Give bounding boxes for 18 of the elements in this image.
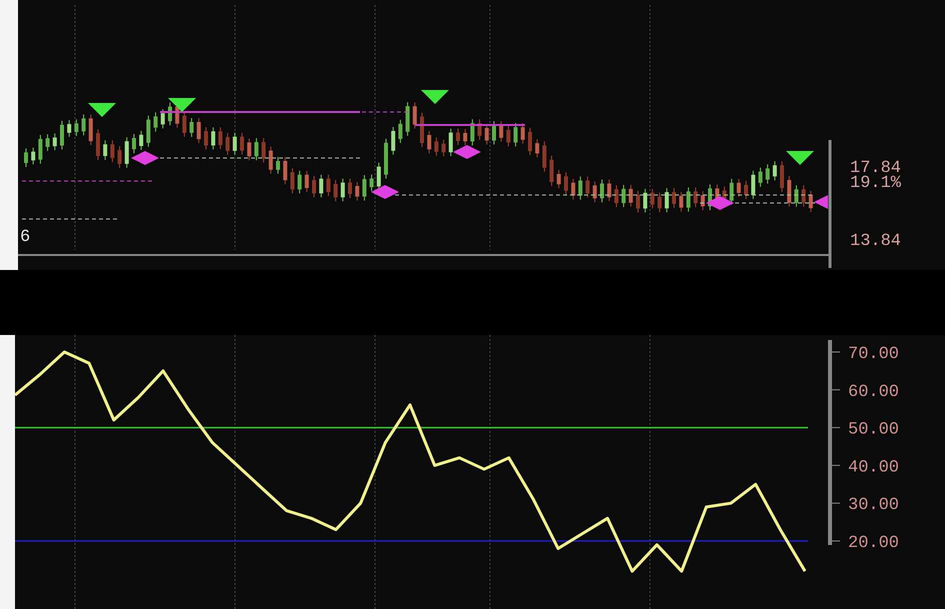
triangle-marker [786, 151, 814, 165]
axis-label: 30.00 [848, 496, 900, 516]
triangle-marker [168, 98, 196, 112]
pointer-marker [814, 195, 828, 209]
diamond-marker [453, 145, 481, 159]
triangle-marker [421, 90, 449, 104]
axis-label: 6 [20, 228, 30, 247]
diamond-marker [371, 185, 399, 199]
diamond-marker [131, 151, 159, 165]
triangle-marker [88, 103, 116, 117]
axis-label: 40.00 [848, 458, 900, 478]
price-label: 19.1% [850, 174, 902, 193]
diamond-marker [706, 196, 734, 210]
axis-label: 70.00 [848, 345, 900, 364]
price-label: 13.84 [850, 232, 902, 251]
axis-label: 50.00 [848, 420, 900, 440]
axis-label: 60.00 [848, 382, 900, 402]
axis-label: 20.00 [848, 534, 900, 553]
